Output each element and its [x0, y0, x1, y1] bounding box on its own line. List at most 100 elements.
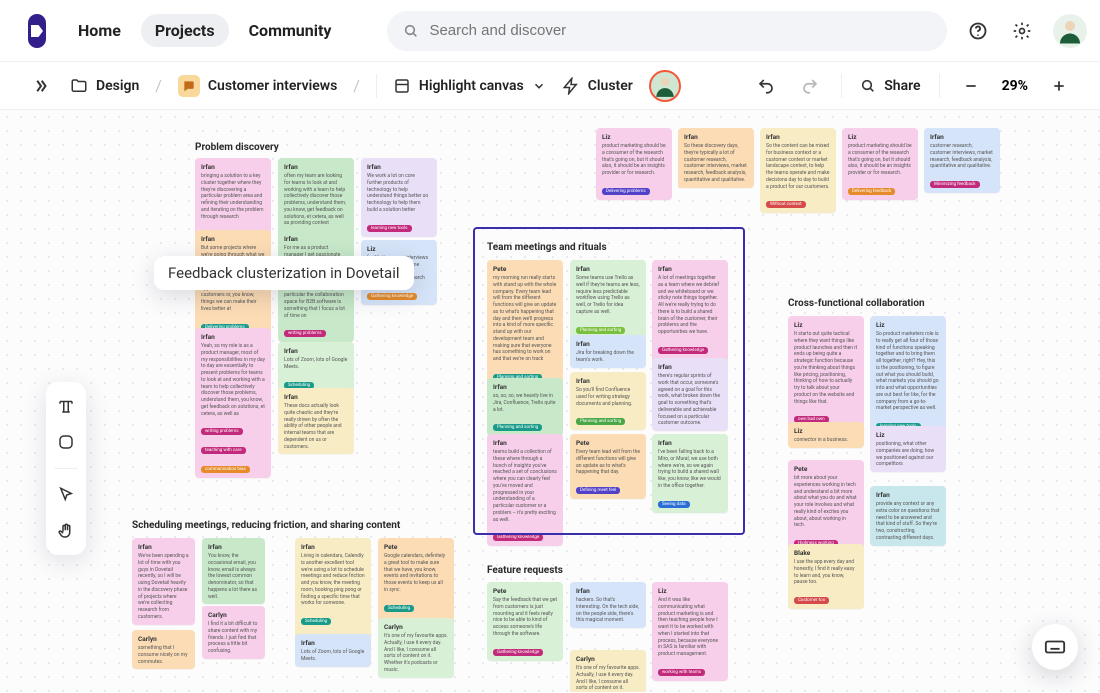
redo-icon[interactable] [797, 73, 823, 99]
expand-icon[interactable] [28, 73, 54, 99]
nav-home[interactable]: Home [64, 14, 135, 47]
card-author: Liz [658, 587, 722, 595]
breadcrumb-project[interactable]: Customer interviews [178, 75, 337, 97]
card[interactable]: Lizproduct marketing should be a consume… [596, 128, 672, 200]
canvas-icon [393, 77, 411, 95]
settings-icon[interactable] [1009, 18, 1035, 44]
text-tool[interactable] [50, 390, 82, 422]
card[interactable]: IrfanLots of Zoom, lots of Google Meets.… [278, 342, 354, 394]
search-bar[interactable] [387, 11, 947, 51]
section-team-meetings: Team meetings and rituals [487, 242, 607, 253]
card[interactable]: CarlynI find it a bit difficult to share… [202, 606, 265, 659]
card-body: Yeah, so my role is as a product manager… [201, 343, 265, 417]
card-body: product marketing should be a consumer o… [602, 143, 666, 177]
nav-projects[interactable]: Projects [141, 14, 229, 47]
breadcrumb-design[interactable]: Design [70, 77, 139, 95]
card[interactable]: Irfancustomer research, customer intervi… [924, 128, 1000, 193]
card[interactable]: IrfanLots of Zoom, lots of Google Meets. [295, 634, 371, 667]
card[interactable]: IrfanYeah, so my role is as a product ma… [195, 328, 271, 478]
card-body: It's one of my favourite apps. Actually,… [384, 633, 448, 674]
undo-icon[interactable] [753, 73, 779, 99]
card-author: Irfan [658, 265, 722, 273]
card[interactable]: LizAnd it was like communicating what pr… [652, 582, 728, 681]
card[interactable]: Petebit more about your experiences work… [788, 460, 864, 552]
zoom-out-icon[interactable] [958, 73, 984, 99]
folder-icon [70, 77, 88, 95]
canvas[interactable]: Feedback clusterization in Dovetail Prob… [0, 110, 1100, 692]
breadcrumb-canvas[interactable]: Highlight canvas [393, 77, 546, 95]
card-body: Google calendars, definitely a great too… [384, 553, 448, 594]
floating-toolbox [46, 382, 86, 555]
card-author: Irfan [876, 491, 940, 499]
card-tag: Delivering feedback [848, 188, 895, 195]
breadcrumb-bar: Design / Customer interviews / Highlight… [0, 62, 1100, 110]
card[interactable]: IrfanThese docs actually look quite chao… [278, 388, 354, 454]
card[interactable]: PeteSay the feedback that we get from cu… [487, 582, 563, 661]
card-body: Lots of Zoom, lots of Google Meets. [284, 357, 348, 371]
cluster-label: Cluster [588, 78, 633, 94]
card-author: Irfan [284, 393, 348, 401]
search-input[interactable] [429, 22, 931, 39]
card[interactable]: Carlynsomething that I consume nicely on… [132, 630, 195, 669]
card[interactable]: Petemy morning run really starts with st… [487, 260, 563, 386]
card-tag: Gathering knowledge [367, 293, 417, 300]
card[interactable]: IrfanYou know, the occasional email, you… [202, 538, 265, 604]
share-button[interactable]: Share [860, 78, 920, 94]
presence-avatar[interactable] [649, 70, 681, 102]
card-body: positioning, what other companies are do… [876, 441, 940, 468]
card-author: Irfan [658, 363, 722, 371]
card[interactable]: Lizconnector in a business. [788, 422, 864, 448]
card-body: product marketing should be a consumer o… [848, 143, 912, 177]
card-body: Jira for breaking down the team's work. [576, 350, 640, 364]
card-body: We've been spending a lot of time with y… [138, 553, 189, 621]
card[interactable]: Irfanteams build a collection of these w… [487, 434, 563, 546]
card-author: Irfan [208, 543, 259, 551]
card[interactable]: Irfanhackers. So that's interesting. On … [570, 582, 646, 628]
card-author: Irfan [493, 383, 557, 391]
card-tag: Customer too [794, 597, 829, 604]
pointer-tool[interactable] [50, 479, 82, 511]
card[interactable]: PeteEvery team lead will from the differ… [570, 434, 646, 499]
card[interactable]: IrfanSo the content can be mixed for bus… [760, 128, 836, 213]
help-icon[interactable] [965, 18, 991, 44]
card[interactable]: BlakeI use the app every day and honestl… [788, 544, 864, 609]
card-author: Liz [876, 431, 940, 439]
card[interactable]: Irfanprovide any context or any extra co… [870, 486, 946, 546]
card[interactable]: IrfanWe've been spending a lot of time w… [132, 538, 195, 625]
card-author: Liz [848, 133, 912, 141]
card[interactable]: IrfanSo you'll find Confluence used for … [570, 372, 646, 430]
shape-tool[interactable] [50, 426, 82, 458]
card[interactable]: IrfanSome teams use Trello as well if th… [570, 260, 646, 339]
logo[interactable] [28, 14, 46, 48]
hand-tool[interactable] [50, 515, 82, 547]
user-avatar[interactable] [1053, 14, 1087, 48]
card-author: Liz [794, 427, 858, 435]
cluster-button[interactable]: Cluster [562, 77, 633, 95]
project-icon [178, 75, 200, 97]
card-body: A lot of meetings together as a team whe… [658, 275, 722, 336]
card-tag: Scheduling [384, 605, 414, 612]
card[interactable]: Irfanso, so, so, we heavily live in Jira… [487, 378, 563, 436]
zoom-in-icon[interactable] [1046, 73, 1072, 99]
card[interactable]: Irfanthere's regular sprints of work tha… [652, 358, 728, 431]
top-nav: Home Projects Community [0, 0, 1100, 62]
card[interactable]: IrfanLiving in calendars, Calendly is an… [295, 538, 371, 649]
card[interactable]: LizIt starts out quite tactical where th… [788, 316, 864, 428]
card[interactable]: IrfanWe work a lot on core further produ… [361, 158, 437, 237]
card[interactable]: LizSo product marketers role is to reall… [870, 316, 946, 435]
card[interactable]: Liz positioning, what other companies are… [870, 426, 946, 472]
section-scheduling: Scheduling meetings, reducing friction, … [132, 520, 400, 531]
card[interactable]: IrfanI've been falling back to a Miro, o… [652, 434, 728, 513]
card-author: Blake [794, 549, 858, 557]
card[interactable]: IrfanSo these discovery days, they're ty… [678, 128, 754, 188]
card-author: Carlyn [384, 623, 448, 631]
card-tag: Gathering knowledge [493, 649, 543, 656]
nav-community[interactable]: Community [235, 14, 346, 47]
keyboard-fab[interactable] [1032, 624, 1078, 670]
card[interactable]: CarlynIt's one of my favourite apps. Act… [570, 650, 646, 692]
card-body: I've been falling back to a Miro, or Mur… [658, 449, 722, 490]
card[interactable]: Carlyn It's one of my favourite apps. Act… [378, 618, 454, 678]
card[interactable]: Liz product marketing should be a consume… [842, 128, 918, 200]
card[interactable]: IrfanJira for breaking down the team's w… [570, 335, 646, 368]
share-label: Share [884, 78, 920, 94]
